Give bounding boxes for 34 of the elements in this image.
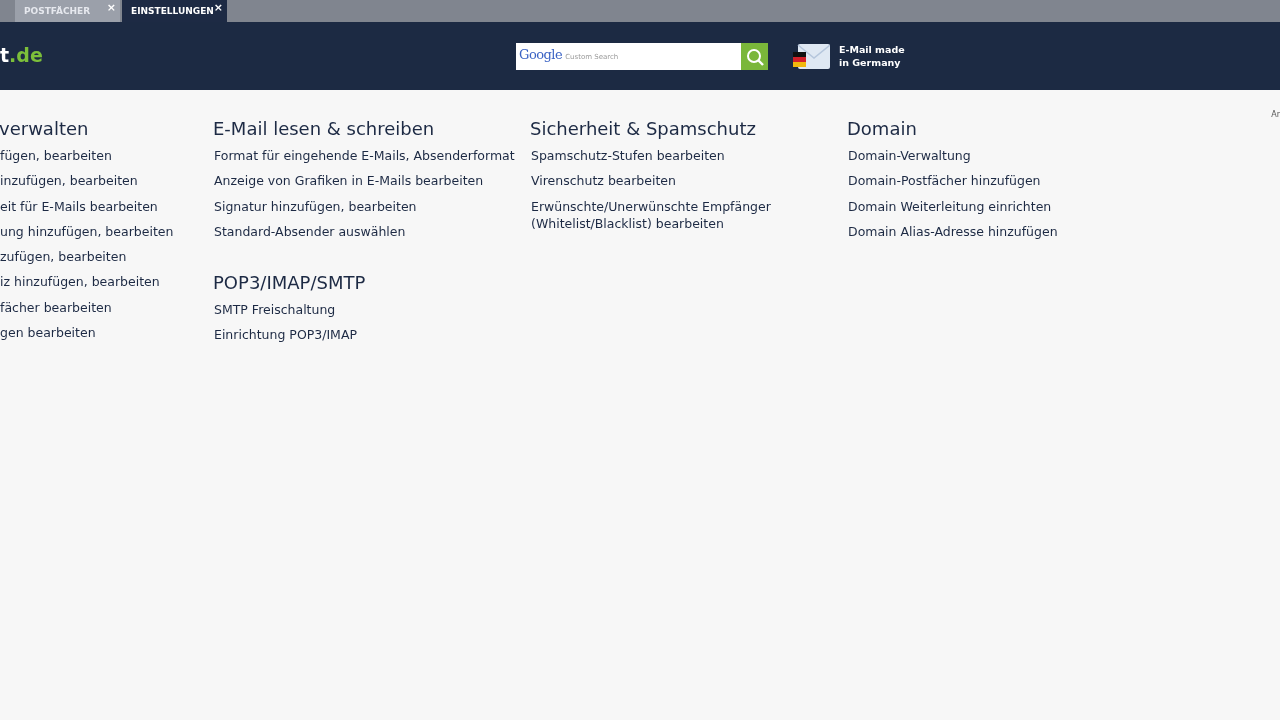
settings-link[interactable]: Erwünschte/Unerwünschte Empfänger (Whitelist/Blacklist) bearbeiten: [531, 197, 771, 233]
settings-link[interactable]: Format für eingehende E-Mails, Absenderformat: [214, 147, 515, 165]
settings-link[interactable]: inzufügen, bearbeiten: [0, 172, 138, 190]
settings-link[interactable]: fügen, bearbeiten: [0, 147, 112, 165]
close-icon[interactable]: ×: [213, 1, 223, 14]
settings-link[interactable]: gen bearbeiten: [0, 324, 96, 342]
search-button[interactable]: [741, 43, 768, 70]
settings-link[interactable]: Spamschutz-Stufen bearbeiten: [531, 147, 725, 165]
section-heading: POP3/IMAP/SMTP: [213, 272, 367, 294]
settings-link[interactable]: Virenschutz bearbeiten: [531, 172, 676, 190]
settings-link[interactable]: eit für E-Mails bearbeiten: [0, 197, 158, 216]
section-heading: Sicherheit & Spamschutz: [530, 118, 757, 139]
made-in-germany-label: E-Mail made in Germany: [839, 43, 905, 69]
flag-envelope-icon: [793, 44, 830, 69]
section-heading: verwalten: [0, 118, 90, 139]
settings-link[interactable]: Signatur hinzufügen, bearbeiten: [214, 197, 417, 216]
settings-link[interactable]: fächer bearbeiten: [0, 298, 112, 317]
google-logo: Google: [516, 43, 566, 70]
settings-link[interactable]: Domain-Verwaltung: [848, 147, 971, 165]
settings-link[interactable]: Einrichtung POP3/IMAP: [214, 326, 357, 344]
settings-link[interactable]: Domain Weiterleitung einrichten: [848, 197, 1052, 216]
settings-link[interactable]: Domain-Postfächer hinzufügen: [848, 172, 1041, 190]
settings-link[interactable]: Standard-Absender auswählen: [214, 222, 406, 241]
logo: t.de: [0, 44, 43, 66]
side-note: Ar: [1271, 110, 1280, 119]
settings-link[interactable]: Domain Alias-Adresse hinzufügen: [848, 222, 1058, 241]
settings-link[interactable]: zufügen, bearbeiten: [0, 248, 127, 266]
section-heading: Domain: [847, 118, 918, 139]
settings-link[interactable]: Anzeige von Grafiken in E-Mails bearbeiten: [214, 172, 484, 190]
settings-link[interactable]: ung hinzufügen, bearbeiten: [0, 222, 174, 241]
search-icon: [745, 47, 764, 66]
section-heading: E-Mail lesen & schreiben: [213, 118, 436, 139]
settings-link[interactable]: SMTP Freischaltung: [214, 301, 336, 319]
settings-link[interactable]: iz hinzufügen, bearbeiten: [0, 273, 160, 291]
